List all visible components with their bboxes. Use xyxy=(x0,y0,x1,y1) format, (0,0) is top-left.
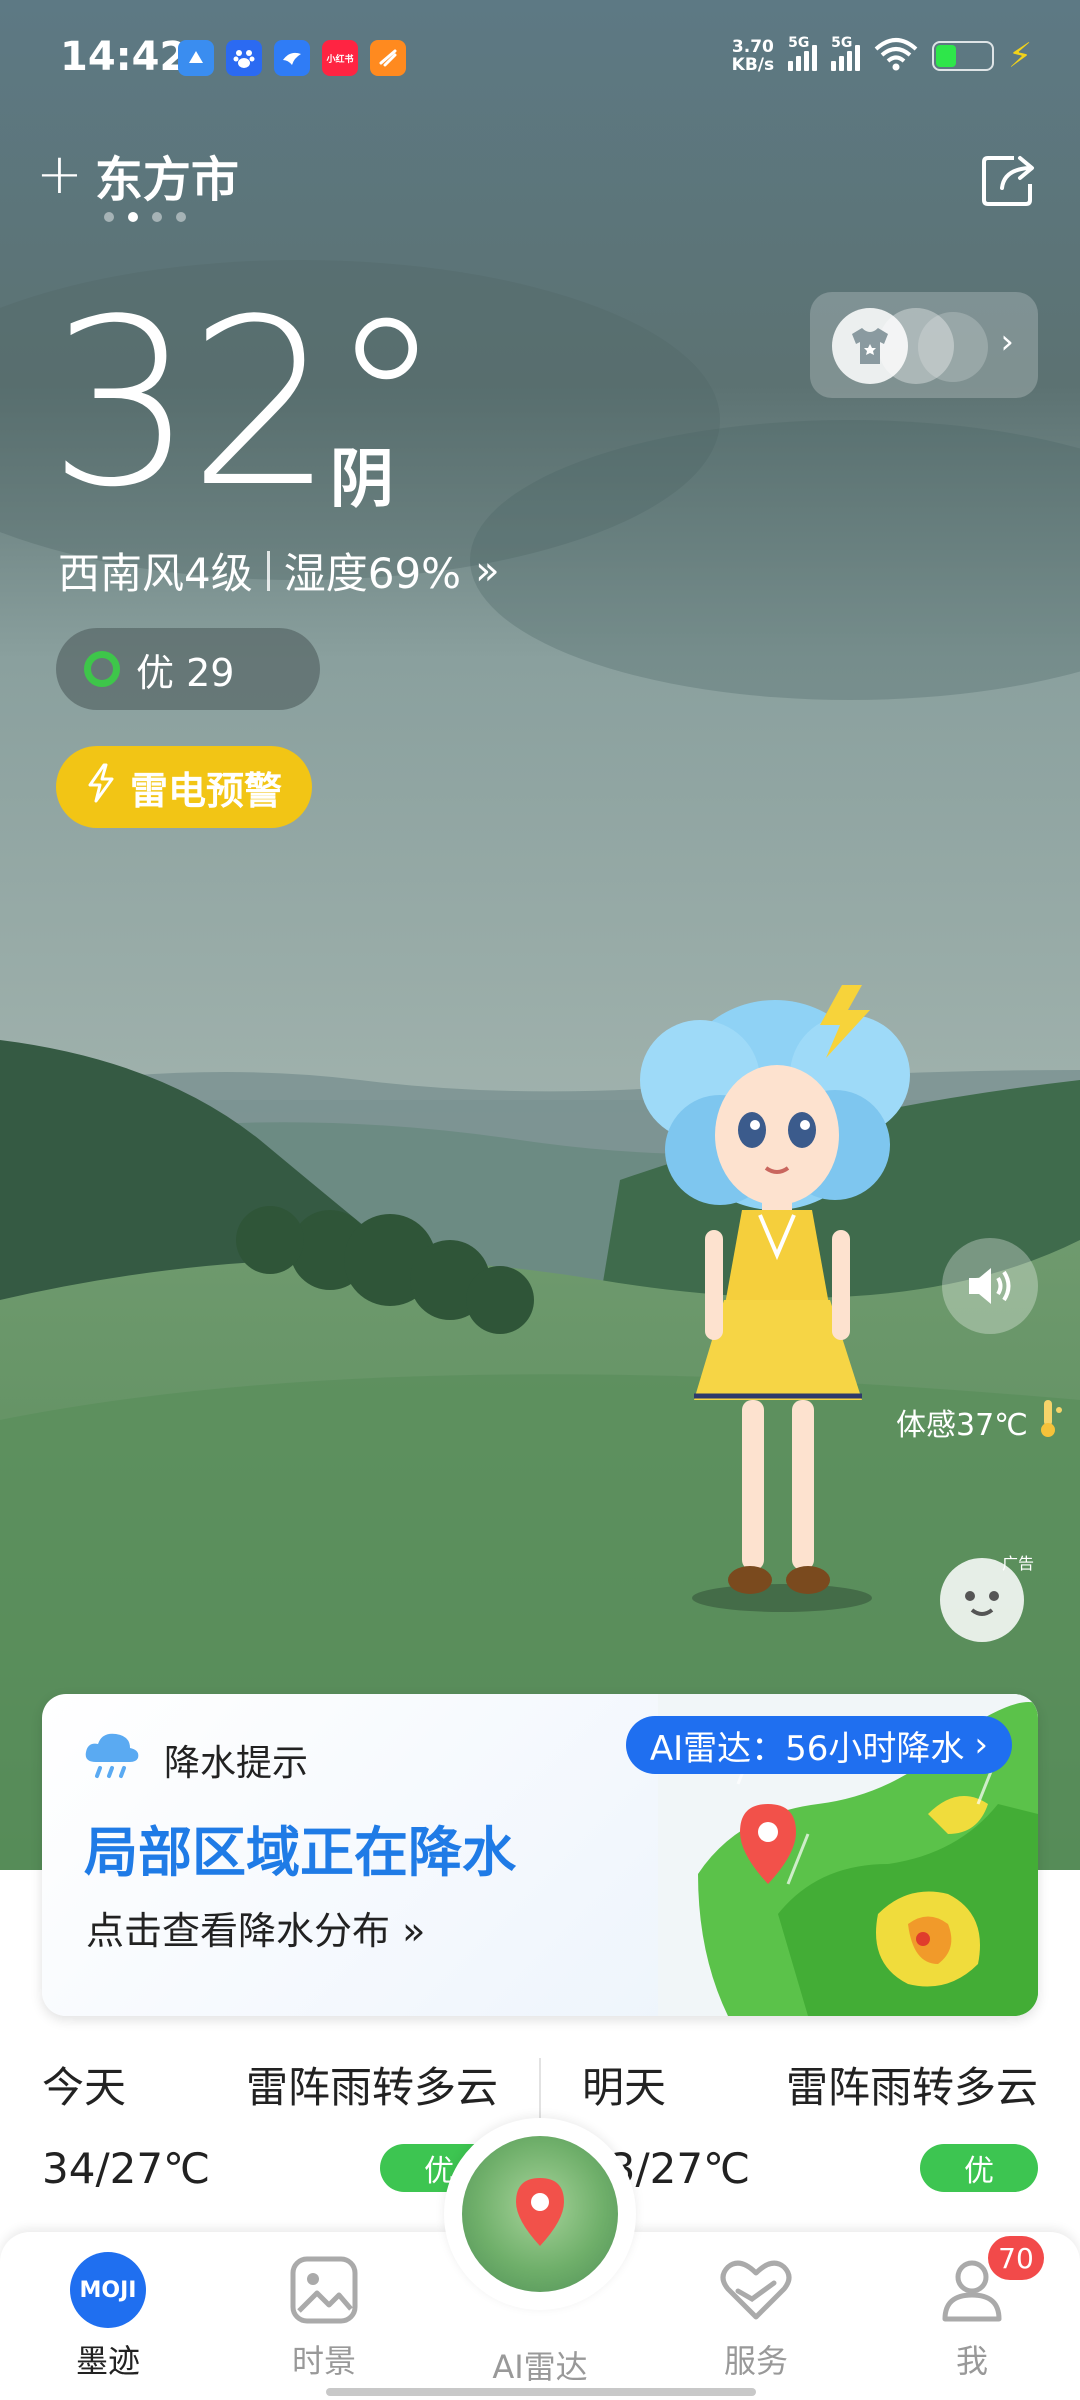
forecast-desc: 雷阵雨转多云 xyxy=(785,2063,1038,2112)
page-dot xyxy=(152,212,162,222)
tshirt-icon xyxy=(832,308,908,384)
forecast-temp: 34/27℃ xyxy=(42,2144,211,2193)
double-chevron-right-icon: » xyxy=(475,547,500,594)
nav-label: 时景 xyxy=(291,2342,356,2380)
dressing-suggestion-widget[interactable]: › xyxy=(810,292,1038,398)
charging-bolt-icon: ⚡ xyxy=(1008,36,1032,76)
city-selector[interactable]: + 东方市 xyxy=(36,140,239,210)
forecast-desc: 雷阵雨转多云 xyxy=(245,2063,498,2112)
home-indicator[interactable] xyxy=(326,2388,756,2396)
chevron-right-icon: › xyxy=(1000,322,1014,362)
page-dot-active xyxy=(128,212,138,222)
net-speed: 3.70 KB/s xyxy=(731,37,775,75)
xiaohongshu-app-icon: 小红书 xyxy=(322,40,358,76)
double-chevron-right-icon: » xyxy=(402,1909,426,1953)
nav-label: 服务 xyxy=(723,2342,788,2380)
status-bar: 14:42 小红书 3.70 KB/s 5G 5G ⚡ xyxy=(0,0,1080,118)
precip-sub-label: 点击查看降水分布 xyxy=(86,1909,391,1953)
page-dot xyxy=(104,212,114,222)
status-app-icons: 小红书 xyxy=(178,40,406,76)
precip-card-title: 降水提示 xyxy=(164,1743,309,1784)
status-indicators: 3.70 KB/s 5G 5G ⚡ xyxy=(731,35,1032,76)
ai-radar-badge[interactable]: AI雷达：56小时降水 › xyxy=(625,1716,1012,1774)
moji-logo-icon: MOJI xyxy=(70,2252,146,2328)
lightning-icon xyxy=(84,763,118,812)
city-name[interactable]: 东方市 xyxy=(95,140,239,210)
battery-icon xyxy=(932,41,995,71)
feels-like[interactable]: 体感37℃ xyxy=(896,1398,1064,1446)
wind-info: 西南风4级 xyxy=(58,549,253,598)
wind-humidity-row[interactable]: 西南风4级 湿度69% » xyxy=(58,540,500,601)
nav-label: 墨迹 xyxy=(75,2342,140,2380)
feels-like-label: 体感37℃ xyxy=(896,1408,1028,1443)
nav-item-shijing[interactable]: 时景 xyxy=(244,2252,404,2382)
nav-label: 我 xyxy=(955,2342,988,2380)
nav-item-service[interactable]: 服务 xyxy=(676,2252,836,2382)
page-dot xyxy=(176,212,186,222)
city-page-indicator xyxy=(104,212,186,222)
divider xyxy=(266,550,270,591)
ai-radar-nav-button[interactable] xyxy=(444,2118,636,2310)
photo-icon xyxy=(286,2252,362,2328)
plus-icon[interactable]: + xyxy=(36,147,83,203)
aqi-pill[interactable]: 优 29 xyxy=(56,628,320,710)
ai-radar-badge-label: AI雷达：56小时降水 xyxy=(649,1728,965,1769)
nav-label-ai-radar[interactable]: AI雷达 xyxy=(440,2342,640,2388)
current-condition: 阴 xyxy=(330,443,394,517)
forecast-day: 明天 xyxy=(582,2063,667,2112)
bird-app-icon xyxy=(274,40,310,76)
forecast-day: 今天 xyxy=(42,2063,127,2112)
speaker-icon[interactable] xyxy=(942,1238,1038,1334)
aqi-label: 优 29 xyxy=(136,650,235,695)
aqi-ring-icon xyxy=(84,651,120,687)
status-time: 14:42 xyxy=(60,34,188,80)
rain-cloud-icon xyxy=(82,1728,142,1780)
precip-sub-link[interactable]: 点击查看降水分布 » xyxy=(86,1900,425,1955)
radar-pin-icon xyxy=(462,2136,618,2292)
wifi-icon xyxy=(874,37,918,75)
precip-headline: 局部区域正在降水 xyxy=(84,1821,516,1884)
alert-label: 雷电预警 xyxy=(130,768,283,813)
chevron-right-icon: › xyxy=(974,1725,988,1765)
nav-item-moji[interactable]: MOJI 墨迹 xyxy=(28,2252,188,2382)
signal-strength-2-icon: 5G xyxy=(831,35,861,71)
notification-badge: 70 xyxy=(988,2236,1044,2280)
heart-hand-icon xyxy=(718,2252,794,2328)
baidu-app-icon xyxy=(226,40,262,76)
maps-app-icon xyxy=(178,40,214,76)
share-icon[interactable] xyxy=(980,150,1040,210)
ad-label: 广告 xyxy=(1002,1554,1035,1573)
signal-strength-1-icon: 5G xyxy=(788,35,818,71)
humidity-info: 湿度69% xyxy=(283,549,462,598)
precipitation-card[interactable]: 降水提示 AI雷达：56小时降水 › 局部区域正在降水 点击查看降水分布 » xyxy=(42,1694,1038,2016)
orange-app-icon xyxy=(370,40,406,76)
thermometer-icon xyxy=(1034,1398,1064,1446)
thunder-alert-pill[interactable]: 雷电预警 xyxy=(56,746,312,828)
forecast-aqi-badge: 优 xyxy=(920,2144,1038,2192)
